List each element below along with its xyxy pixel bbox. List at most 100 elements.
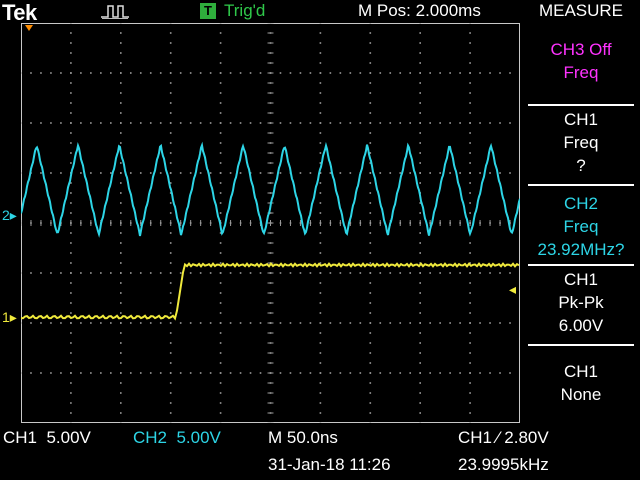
grid-dot — [319, 282, 322, 284]
grid-dot — [419, 232, 421, 234]
grid-dot — [369, 232, 372, 234]
grid-dot — [319, 422, 322, 423]
grid-dot — [319, 402, 322, 404]
grid-dot — [169, 132, 172, 134]
grid-dot — [219, 352, 222, 354]
grid-dot — [70, 332, 72, 334]
grid-dot — [389, 322, 392, 324]
grid-dot — [169, 272, 172, 274]
menu-item-ch1-pkpk[interactable]: CH1 Pk-Pk 6.00V — [522, 268, 640, 337]
grid-dot — [319, 352, 322, 354]
grid-dot — [169, 112, 172, 114]
menu-item-ch2-freq[interactable]: CH2 Freq 23.92MHz? — [522, 192, 640, 261]
horizontal-position: M Pos: 2.000ms — [358, 1, 481, 20]
grid-dot — [399, 272, 402, 274]
grid-dot — [279, 272, 282, 274]
grid-dot — [469, 142, 471, 144]
grid-dot — [469, 272, 471, 274]
grid-dot — [70, 212, 72, 214]
grid-dot — [329, 372, 332, 374]
grid-dot — [289, 72, 292, 74]
grid-dot — [409, 372, 412, 374]
grid-dot — [329, 272, 332, 274]
grid-dot — [219, 23, 222, 24]
grid-dot — [459, 72, 461, 74]
arrow-right-icon: ▸ — [9, 309, 17, 325]
grid-dot — [319, 152, 322, 154]
grid-dot — [459, 372, 461, 374]
grid-dot — [319, 292, 322, 294]
grid-dot — [120, 172, 122, 174]
grid-dot — [349, 322, 352, 324]
grid-dot — [369, 372, 372, 374]
grid-dot — [120, 402, 122, 404]
grid-dot — [469, 332, 471, 334]
grid-dot — [219, 302, 222, 304]
grid-dot — [369, 352, 372, 354]
trigger-frequency: 23.9995kHz — [458, 455, 549, 474]
grid-dot — [369, 312, 372, 314]
grid-dot — [469, 322, 471, 324]
grid-dot — [319, 182, 322, 184]
grid-dot — [289, 122, 292, 124]
grid-dot — [169, 92, 172, 94]
grid-dot — [70, 92, 72, 94]
grid-dot — [289, 372, 292, 374]
grid-dot — [319, 362, 322, 364]
grid-dot — [419, 42, 421, 44]
grid-dot — [219, 52, 222, 54]
grid-dot — [219, 362, 222, 364]
grid-dot — [369, 262, 372, 264]
grid-dot — [379, 72, 382, 74]
grid-dot — [30, 72, 32, 74]
grid-dot — [379, 122, 382, 124]
grid-dot — [319, 212, 322, 214]
grid-dot — [439, 122, 441, 124]
grid-dot — [439, 272, 441, 274]
menu-item-ch1-none[interactable]: CH1 None — [522, 360, 640, 406]
grid-dot — [149, 122, 152, 124]
grid-dot — [21, 372, 22, 374]
grid-dot — [319, 252, 322, 254]
grid-dot — [439, 372, 441, 374]
grid-dot — [70, 252, 72, 254]
grid-dot — [479, 372, 481, 374]
grid-dot — [169, 82, 172, 84]
menu-item-ch1-freq[interactable]: CH1 Freq ? — [522, 108, 640, 177]
menu-item-ch3-freq[interactable]: CH3 Off Freq — [522, 38, 640, 84]
grid-dot — [40, 72, 42, 74]
grid-dot — [169, 212, 172, 214]
grid-dot — [120, 192, 122, 194]
divider — [528, 184, 634, 186]
grid-dot — [219, 92, 222, 94]
grid-dot — [319, 242, 322, 244]
grid-dot — [169, 162, 172, 164]
grid-dot — [229, 372, 232, 374]
grid-dot — [139, 72, 142, 74]
grid-dot — [70, 102, 72, 104]
grid-dot — [70, 282, 72, 284]
grid-dot — [369, 112, 372, 114]
grid-dot — [110, 72, 112, 74]
grid-dot — [229, 122, 232, 124]
grid-dot — [120, 282, 122, 284]
grid-dot — [369, 72, 372, 74]
grid-dot — [289, 272, 292, 274]
grid-dot — [219, 342, 222, 344]
grid-dot — [419, 422, 421, 423]
grid-dot — [229, 322, 232, 324]
grid-dot — [100, 322, 102, 324]
grid-dot — [419, 112, 421, 114]
grid-dot — [139, 372, 142, 374]
grid-dot — [419, 392, 421, 394]
grid-dot — [359, 372, 362, 374]
grid-dot — [439, 172, 441, 174]
grid-dot — [70, 272, 72, 274]
grid-dot — [169, 42, 172, 44]
grid-dot — [489, 272, 491, 274]
grid-dot — [299, 172, 302, 174]
grid-dot — [449, 322, 451, 324]
grid-dot — [259, 172, 262, 174]
grid-dot — [120, 142, 122, 144]
grid-dot — [149, 272, 152, 274]
